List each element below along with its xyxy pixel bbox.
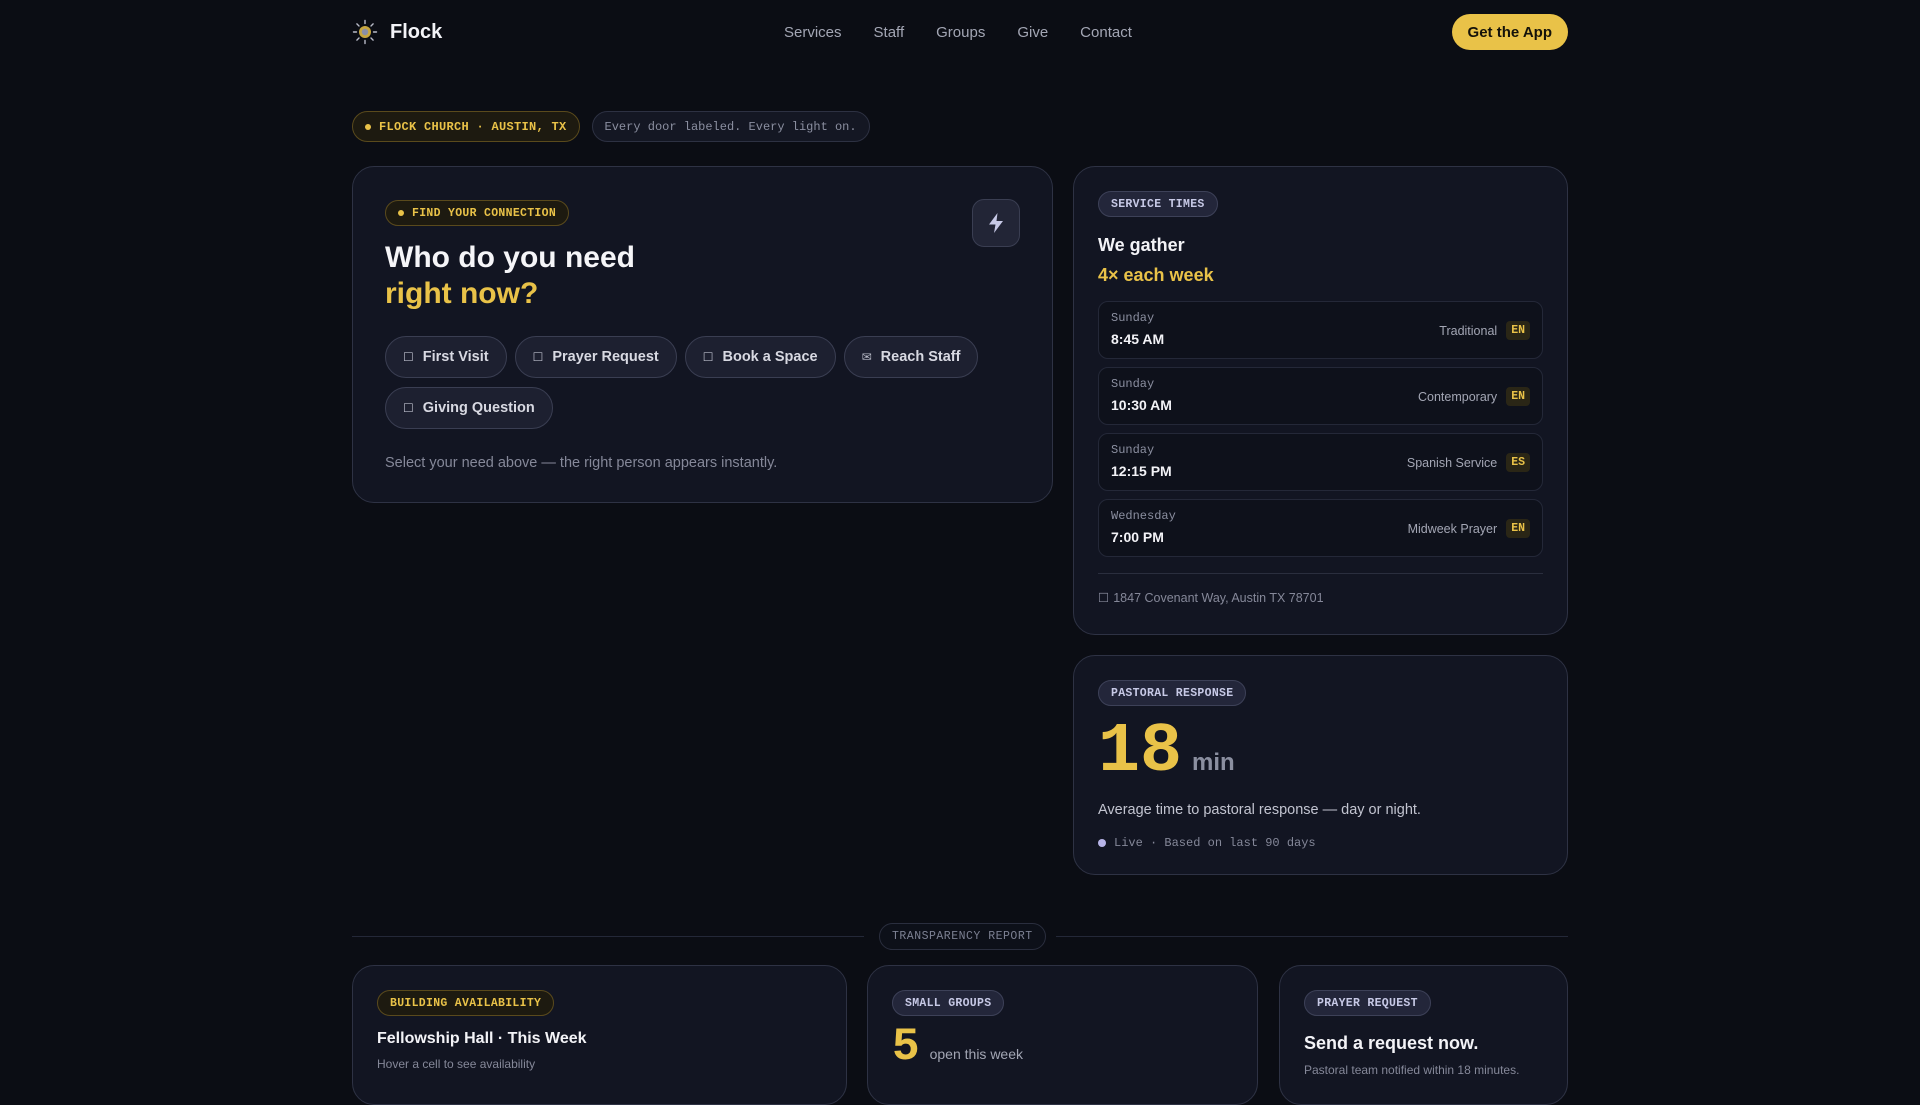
nav-link-groups[interactable]: Groups: [936, 24, 985, 41]
language-badge: EN: [1506, 387, 1530, 406]
service-row[interactable]: Sunday 10:30 AM Contemporary EN: [1098, 367, 1543, 425]
building-availability-badge: BUILDING AVAILABILITY: [377, 990, 555, 1016]
motto-badge: Every door labeled. Every light on.: [591, 111, 870, 142]
service-type: Traditional: [1439, 323, 1498, 338]
gather-title: We gather: [1098, 235, 1185, 255]
badge-dot-icon: [398, 210, 404, 216]
service-meta: Contemporary EN: [1418, 387, 1530, 406]
status-dot-icon: [365, 123, 371, 130]
prayer-request-card: PRAYER REQUEST Send a request now. Pasto…: [1279, 965, 1568, 1105]
chip-label: First Visit: [422, 349, 489, 365]
chip-reach-staff[interactable]: ✉ Reach Staff: [843, 336, 979, 378]
chip-label: Book a Space: [722, 349, 818, 365]
service-meta: Spanish Service ES: [1407, 453, 1530, 472]
address-text: 1847 Covenant Way, Austin TX 78701: [1113, 590, 1324, 605]
location-badge: FLOCK CHURCH · AUSTIN, TX: [352, 111, 580, 142]
nav-link-staff[interactable]: Staff: [874, 24, 905, 41]
open-groups-count: 5 open this week: [892, 1024, 1233, 1070]
live-dot-icon: [1098, 839, 1106, 847]
first-visit-icon: ☐: [403, 350, 414, 364]
book-space-icon: ☐: [702, 350, 714, 364]
chip-giving-question[interactable]: ☐ Giving Question: [385, 387, 553, 429]
find-connection-label: FIND YOUR CONNECTION: [412, 206, 557, 220]
small-groups-card: SMALL GROUPS 5 open this week: [867, 965, 1258, 1105]
chip-label: Prayer Request: [552, 349, 659, 365]
location-label: FLOCK CHURCH · AUSTIN, TX: [379, 119, 567, 134]
map-pin-icon: ☐: [1098, 591, 1110, 605]
building-availability-card: BUILDING AVAILABILITY Fellowship Hall · …: [352, 965, 847, 1105]
divider-right: [1056, 936, 1568, 937]
nav-link-contact[interactable]: Contact: [1080, 24, 1132, 41]
brand[interactable]: Flock: [352, 19, 442, 45]
response-time-unit: min: [1192, 749, 1235, 776]
get-the-app-button[interactable]: Get the App: [1451, 14, 1568, 50]
service-type: Spanish Service: [1406, 455, 1498, 470]
divider: [1098, 573, 1543, 574]
service-type: Contemporary: [1417, 389, 1498, 404]
response-description: Average time to pastoral response — day …: [1098, 802, 1421, 818]
prayer-subtitle: Pastoral team notified within 18 minutes…: [1304, 1063, 1520, 1077]
hero-title-line2: right now?: [385, 277, 539, 310]
hero-hint: Select your need above — the right perso…: [385, 455, 778, 471]
pastoral-response-badge: PASTORAL RESPONSE: [1098, 680, 1247, 706]
language-badge: EN: [1506, 519, 1530, 538]
live-text: Live · Based on last 90 days: [1114, 836, 1316, 850]
transparency-report-label: TRANSPARENCY REPORT: [879, 923, 1046, 950]
gather-subtitle: 4× each week: [1098, 265, 1214, 285]
chip-label: Giving Question: [422, 400, 535, 416]
chip-label: Reach Staff: [880, 349, 961, 365]
address[interactable]: ☐ 1847 Covenant Way, Austin TX 78701: [1098, 590, 1543, 606]
pastoral-response-card: PASTORAL RESPONSE 18 min Average time to…: [1073, 655, 1568, 875]
prayer-request-badge: PRAYER REQUEST: [1304, 990, 1431, 1016]
language-badge: EN: [1506, 321, 1530, 340]
brand-name: Flock: [390, 20, 443, 43]
service-row[interactable]: Sunday 8:45 AM Traditional EN: [1098, 301, 1543, 359]
envelope-icon: ✉: [861, 350, 872, 364]
chip-first-visit[interactable]: ☐ First Visit: [385, 336, 507, 378]
chip-book-a-space[interactable]: ☐ Book a Space: [684, 336, 836, 378]
language-badge: ES: [1506, 453, 1530, 472]
service-list: Sunday 8:45 AM Traditional EN Sunday 10:…: [1098, 301, 1543, 557]
open-groups-value: 5: [892, 1021, 920, 1073]
service-type: Midweek Prayer: [1407, 521, 1498, 536]
find-connection-badge: FIND YOUR CONNECTION: [385, 200, 570, 226]
lightning-icon[interactable]: [972, 199, 1020, 247]
nav-links: Services Staff Groups Give Contact: [784, 24, 1132, 41]
chip-prayer-request[interactable]: ☐ Prayer Request: [514, 336, 677, 378]
service-times-card: SERVICE TIMES We gather 4× each week Sun…: [1073, 166, 1568, 635]
response-time-value: 18: [1098, 713, 1183, 792]
service-meta: Midweek Prayer EN: [1408, 519, 1530, 538]
service-row[interactable]: Wednesday 7:00 PM Midweek Prayer EN: [1098, 499, 1543, 557]
prayer-title[interactable]: Send a request now.: [1304, 1033, 1543, 1054]
prayer-request-icon: ☐: [532, 350, 544, 364]
nav-link-services[interactable]: Services: [784, 24, 842, 41]
giving-question-icon: ☐: [403, 401, 414, 415]
service-meta: Traditional EN: [1439, 321, 1530, 340]
need-chips: ☐ First Visit ☐ Prayer Request ☐ Book a …: [385, 336, 985, 429]
hero-title: Who do you need right now?: [385, 240, 1020, 312]
building-title: Fellowship Hall · This Week: [377, 1030, 587, 1047]
flock-logo-icon: [352, 19, 378, 45]
nav-link-give[interactable]: Give: [1017, 24, 1048, 41]
hero-tags: FLOCK CHURCH · AUSTIN, TX Every door lab…: [352, 111, 870, 142]
hero-title-line1: Who do you need: [385, 241, 635, 274]
connection-card: FIND YOUR CONNECTION Who do you need rig…: [352, 166, 1053, 503]
building-subtitle: Hover a cell to see availability: [377, 1057, 536, 1071]
small-groups-badge: SMALL GROUPS: [892, 990, 1005, 1016]
top-nav: Flock Services Staff Groups Give Contact…: [352, 14, 1568, 50]
service-times-badge: SERVICE TIMES: [1098, 191, 1218, 217]
open-groups-unit: open this week: [929, 1046, 1024, 1062]
service-row[interactable]: Sunday 12:15 PM Spanish Service ES: [1098, 433, 1543, 491]
response-time: 18 min: [1098, 713, 1543, 792]
live-indicator: Live · Based on last 90 days: [1098, 836, 1543, 850]
divider-left: [352, 936, 864, 937]
